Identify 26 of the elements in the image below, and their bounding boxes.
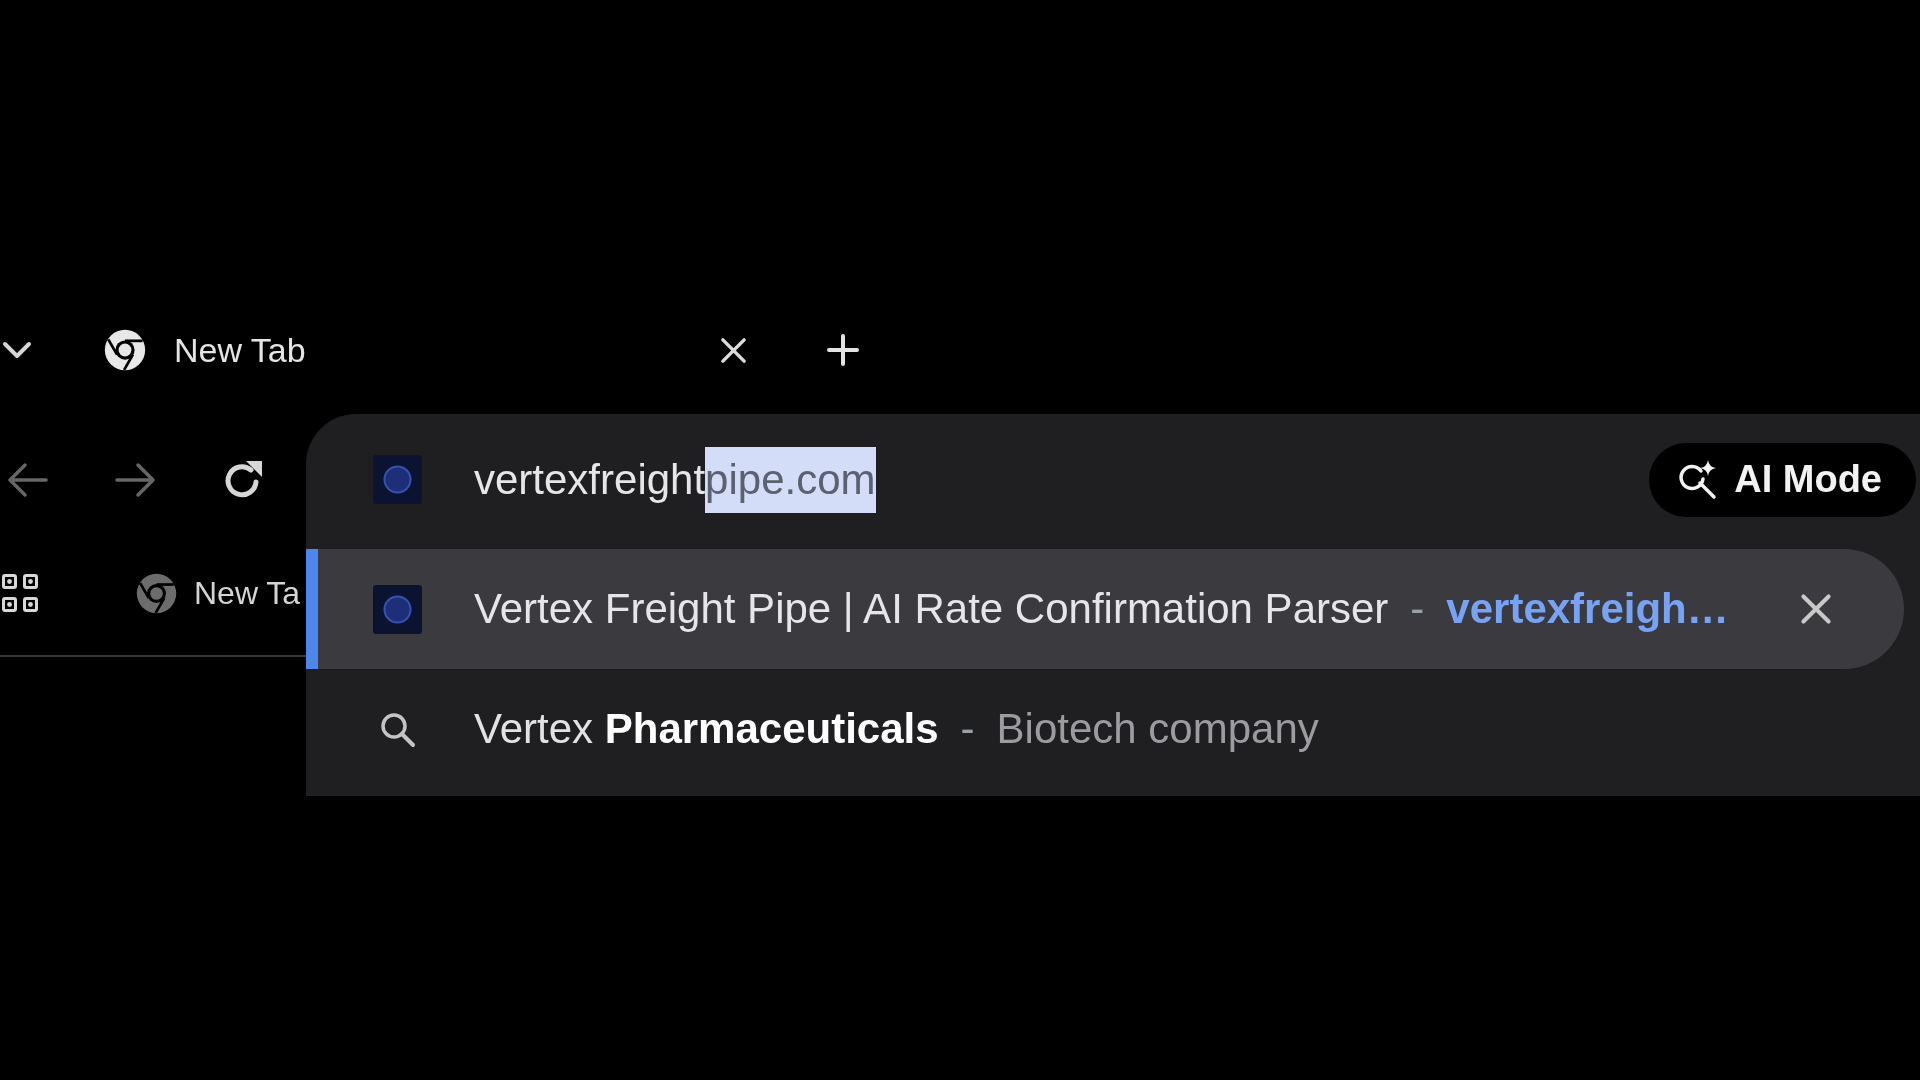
- apps-button[interactable]: [0, 572, 40, 614]
- back-arrow-icon: [6, 462, 48, 498]
- apps-grid-icon: [0, 572, 40, 614]
- browser-logo-icon: [103, 328, 147, 372]
- site-logo-icon: [373, 455, 422, 504]
- chevron-down-icon: [2, 341, 32, 359]
- suggestion-query: Vertex Pharmaceuticals: [474, 705, 939, 753]
- separator-text: -: [960, 705, 975, 753]
- close-icon: [719, 336, 747, 364]
- tab[interactable]: New Tab: [103, 328, 306, 372]
- suggestion-title: Vertex Freight Pipe | AI Rate Confirmation Parser: [474, 585, 1389, 633]
- separator-text: -: [1410, 585, 1425, 633]
- suggestion-url: vertexfreigh…: [1446, 585, 1729, 633]
- bookmark-item[interactable]: New Ta: [135, 572, 301, 615]
- address-field[interactable]: vertexfreightpipe.com: [474, 446, 1650, 513]
- site-logo-icon: [373, 584, 422, 634]
- close-icon: [1800, 593, 1832, 625]
- search-icon: [379, 710, 416, 748]
- browser-logo-icon: [135, 572, 178, 615]
- suggestion-item[interactable]: Vertex Freight Pipe | AI Rate Confirmation Parser - vertexfreigh…: [306, 549, 1904, 669]
- plus-icon: [827, 334, 859, 366]
- ai-mode-button[interactable]: AI Mode: [1649, 442, 1916, 517]
- suggestion-description: Biotech company: [996, 705, 1319, 753]
- forward-arrow-icon: [114, 462, 156, 498]
- sparkle-search-icon: [1677, 459, 1719, 500]
- suggestion-item[interactable]: Vertex Pharmaceuticals - Biotech company: [306, 669, 1904, 789]
